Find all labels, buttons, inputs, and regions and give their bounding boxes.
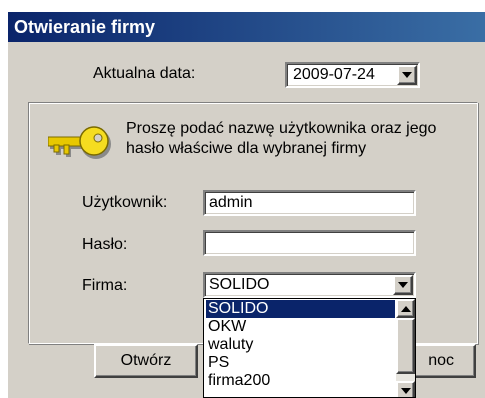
chevron-down-icon xyxy=(398,282,408,288)
info-text-line2: hasło właściwe dla wybranej firmy xyxy=(126,140,367,157)
scroll-down-button[interactable] xyxy=(396,381,415,397)
chevron-up-icon xyxy=(400,305,411,312)
company-select[interactable]: SOLIDO xyxy=(203,272,416,298)
dropdown-scrollbar[interactable] xyxy=(396,299,415,397)
chevron-down-icon xyxy=(400,387,411,394)
company-option[interactable]: firma200 xyxy=(206,372,395,390)
date-picker[interactable]: 2009-07-24 xyxy=(285,62,420,88)
company-dropdown-button[interactable] xyxy=(393,275,413,295)
date-value: 2009-07-24 xyxy=(293,66,375,83)
company-label: Firma: xyxy=(82,277,128,294)
company-dropdown-list: SOLIDO OKW waluty PS firma200 xyxy=(203,298,416,398)
company-option[interactable]: OKW xyxy=(206,318,395,336)
user-input-value: admin xyxy=(209,194,253,211)
user-input[interactable]: admin xyxy=(203,190,416,216)
company-option[interactable]: PS xyxy=(206,354,395,372)
company-option[interactable]: SOLIDO xyxy=(206,300,395,318)
title-bar: Otwieranie firmy xyxy=(8,12,485,42)
open-button[interactable]: Otwórz xyxy=(94,344,198,378)
chevron-down-icon xyxy=(402,72,412,78)
date-label: Aktualna data: xyxy=(93,65,196,82)
company-select-value: SOLIDO xyxy=(209,276,270,293)
dialog-window: Otwieranie firmy Aktualna data: 2009-07-… xyxy=(8,12,485,398)
date-dropdown-button[interactable] xyxy=(397,65,417,85)
scroll-up-button[interactable] xyxy=(396,299,415,318)
user-label: Użytkownik: xyxy=(82,194,168,211)
key-icon xyxy=(48,126,111,159)
password-input[interactable] xyxy=(203,230,416,256)
password-label: Hasło: xyxy=(82,236,128,253)
info-text-line1: Proszę podać nazwę użytkownika oraz jego xyxy=(126,120,437,137)
company-option[interactable]: waluty xyxy=(206,336,395,354)
scroll-thumb[interactable] xyxy=(396,318,415,374)
